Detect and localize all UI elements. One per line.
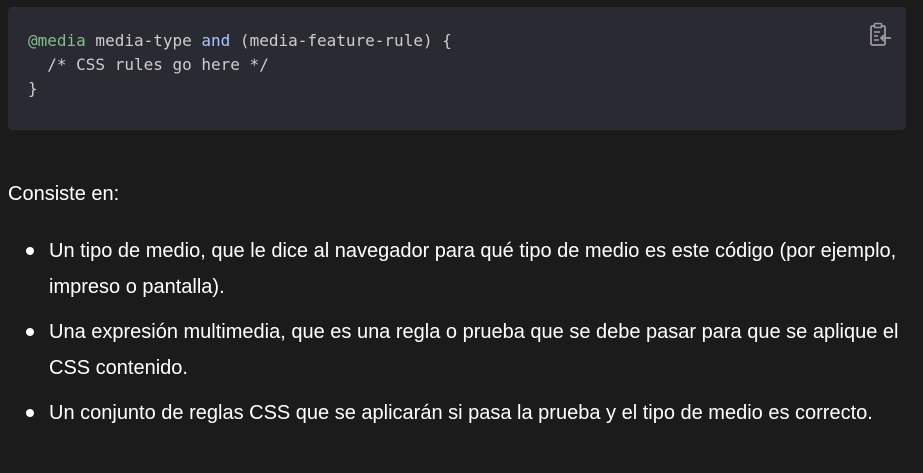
list-item: Un tipo de medio, que le dice al navegad… — [24, 233, 904, 305]
bullet-icon — [26, 247, 34, 255]
bullet-icon — [26, 409, 34, 417]
code-media-type: media-type — [85, 31, 202, 50]
intro-text: Consiste en: — [8, 183, 120, 205]
list-item-text: Un tipo de medio, que le dice al navegad… — [49, 240, 897, 298]
code-content[interactable]: @media media-type and (media-feature-rul… — [28, 29, 452, 101]
code-block: @media media-type and (media-feature-rul… — [8, 7, 906, 130]
code-closing-brace: } — [28, 79, 38, 98]
feature-list: Un tipo de medio, que le dice al navegad… — [24, 233, 904, 440]
clipboard-copy-icon — [870, 22, 891, 46]
code-feature-rule: (media-feature-rule) { — [230, 31, 452, 50]
list-item-text: Un conjunto de reglas CSS que se aplicar… — [49, 402, 873, 424]
list-item: Una expresión multimedia, que es una reg… — [24, 314, 904, 386]
list-item: Un conjunto de reglas CSS que se aplicar… — [24, 395, 904, 431]
list-item-text: Una expresión multimedia, que es una reg… — [49, 321, 899, 379]
copy-button[interactable] — [868, 21, 894, 49]
code-at-rule: @media — [28, 31, 86, 50]
bullet-icon — [26, 328, 34, 336]
code-comment: /* CSS rules go here */ — [28, 55, 269, 74]
code-and-keyword: and — [201, 31, 231, 50]
